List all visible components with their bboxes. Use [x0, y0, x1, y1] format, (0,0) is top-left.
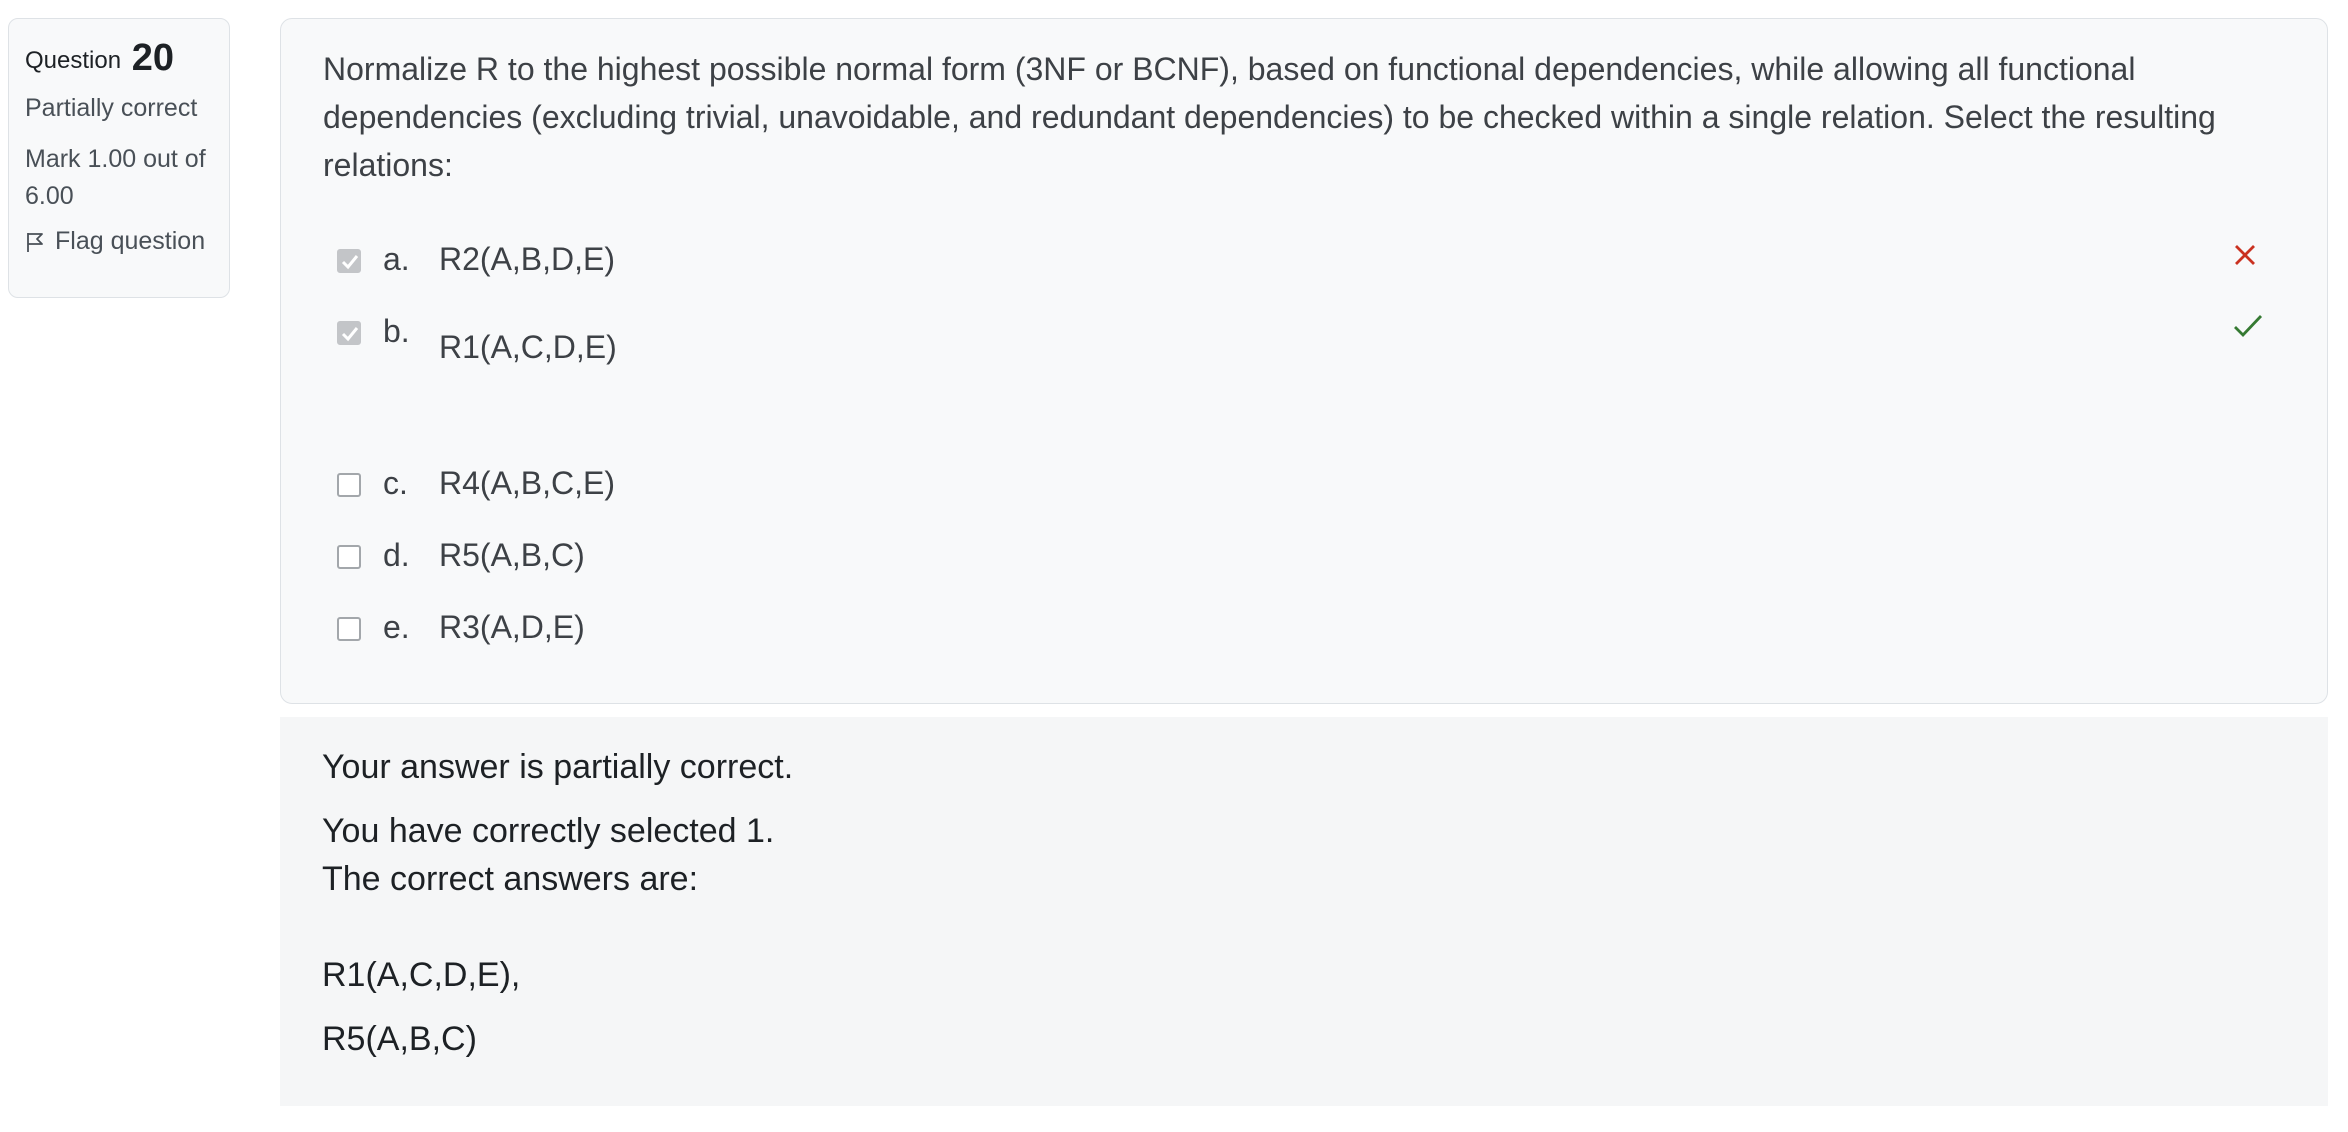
option-checkbox[interactable] [337, 321, 361, 345]
feedback-summary: Your answer is partially correct. [322, 748, 794, 786]
answer-option-e[interactable]: e. R3(A,D,E) [281, 609, 2327, 667]
checkmark-icon [341, 255, 359, 270]
question-grade: Mark 1.00 out of 6.00 [25, 145, 206, 210]
feedback-panel: Your answer is partially correct. You ha… [280, 717, 2328, 1106]
correct-answer-item: R5(A,B,C) [322, 1020, 477, 1058]
option-text: R1(A,C,D,E) [439, 329, 617, 365]
question-number: Question 20 [25, 37, 213, 80]
question-panel: Normalize R to the highest possible norm… [280, 18, 2328, 704]
checkmark-icon [341, 327, 359, 342]
answer-option-a[interactable]: a. R2(A,B,D,E) [281, 241, 2327, 299]
option-letter: c. [383, 465, 408, 501]
feedback-correct-intro: The correct answers are: [322, 860, 699, 898]
flag-icon [27, 232, 43, 252]
question-label: Question [25, 47, 122, 74]
option-letter: b. [383, 313, 410, 349]
option-text: R4(A,B,C,E) [439, 465, 616, 501]
option-letter: d. [383, 537, 410, 573]
option-checkbox[interactable] [337, 617, 361, 641]
question-number-value: 20 [131, 37, 175, 79]
option-checkbox[interactable] [337, 473, 361, 497]
answer-option-d[interactable]: d. R5(A,B,C) [281, 537, 2327, 595]
option-text: R5(A,B,C) [439, 537, 585, 573]
flag-question-link[interactable]: Flag question [25, 227, 213, 256]
incorrect-x-icon [2235, 245, 2255, 265]
option-letter: e. [383, 609, 410, 645]
flag-question-label: Flag question [55, 227, 206, 255]
correct-answer-item: R1(A,C,D,E), [322, 956, 521, 994]
question-state: Partially correct [25, 94, 198, 122]
answer-option-b[interactable]: b. R1(A,C,D,E) [281, 313, 2327, 371]
feedback-selected-count: You have correctly selected 1. [322, 812, 775, 850]
option-text: R2(A,B,D,E) [439, 241, 616, 277]
option-checkbox[interactable] [337, 545, 361, 569]
question-info-panel: Question 20 Partially correct Mark 1.00 … [8, 18, 230, 298]
option-checkbox[interactable] [337, 249, 361, 273]
option-letter: a. [383, 241, 410, 277]
correct-check-icon [2234, 315, 2263, 338]
option-text: R3(A,D,E) [439, 609, 585, 645]
answer-option-c[interactable]: c. R4(A,B,C,E) [281, 465, 2327, 523]
question-text: Normalize R to the highest possible norm… [323, 51, 2216, 183]
